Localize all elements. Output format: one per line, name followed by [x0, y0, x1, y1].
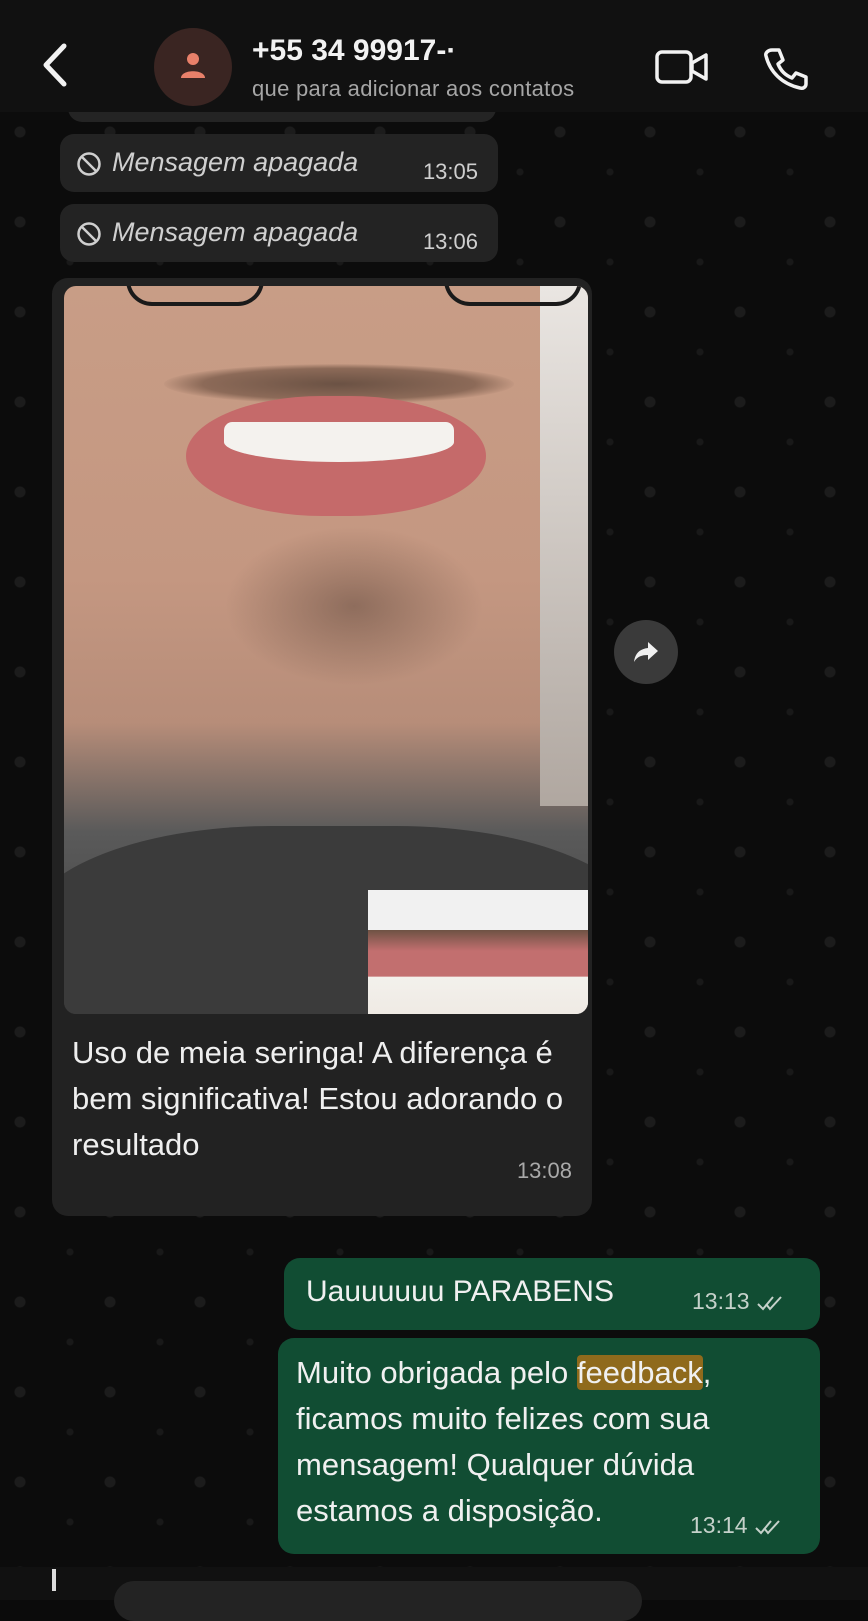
message-time: 13:06 — [422, 229, 478, 254]
read-ticks-icon — [756, 1296, 782, 1311]
deleted-message-text: Mensagem apagada — [112, 147, 359, 177]
message-input[interactable] — [114, 1581, 642, 1621]
deleted-message-text: Mensagem apagada — [112, 217, 359, 247]
message-text-part: Muito obrigada pelo — [296, 1355, 577, 1390]
outgoing-message[interactable]: Uauuuuuu PARABENS 13:13 — [284, 1258, 820, 1330]
avatar[interactable] — [154, 28, 232, 106]
chat-area[interactable]: Mensagem apagada 13:05 Mensagem apagada … — [0, 112, 868, 1567]
message-meta: 13:14 — [690, 1512, 784, 1539]
message-time: 13:05 — [422, 159, 478, 184]
plus-icon[interactable] — [52, 1569, 56, 1591]
message-time: 13:08 — [516, 1158, 572, 1183]
highlighted-word: feedback — [576, 1355, 703, 1390]
deleted-message[interactable]: Mensagem apagada 13:05 — [60, 134, 498, 192]
back-icon[interactable] — [38, 40, 78, 90]
deleted-message[interactable]: Mensagem apagada 13:06 — [60, 204, 498, 262]
voice-call-icon[interactable] — [762, 44, 810, 97]
blocked-icon — [77, 222, 101, 246]
message-time: 13:14 — [690, 1512, 748, 1538]
image-caption: Uso de meia seringa! A diferença é bem s… — [72, 1035, 564, 1162]
chat-header: +55 34 99917-· que para adicionar aos co… — [0, 0, 868, 112]
message-text: Muito obrigada pelo feedback, ficamos mu… — [296, 1350, 796, 1534]
person-icon — [181, 53, 205, 78]
forward-icon — [634, 642, 658, 662]
forward-button[interactable] — [614, 620, 678, 684]
smile-photo[interactable] — [64, 286, 588, 1014]
contact-name[interactable]: +55 34 99917-· — [252, 34, 456, 68]
message-text: Uauuuuuu PARABENS — [306, 1275, 614, 1308]
message-meta: 13:13 — [692, 1288, 786, 1315]
previous-message-bubble — [68, 112, 496, 122]
image-message[interactable]: Uso de meia seringa! A diferença é bem s… — [52, 278, 592, 1216]
blocked-icon — [77, 152, 101, 176]
message-time: 13:13 — [692, 1288, 750, 1314]
input-bar — [0, 1567, 868, 1621]
contact-subtitle[interactable]: que para adicionar aos contatos — [252, 76, 574, 102]
outgoing-message[interactable]: Muito obrigada pelo feedback, ficamos mu… — [278, 1338, 820, 1554]
before-photo-inset — [368, 890, 588, 1014]
read-ticks-icon — [754, 1520, 780, 1535]
video-call-icon[interactable] — [654, 48, 710, 93]
